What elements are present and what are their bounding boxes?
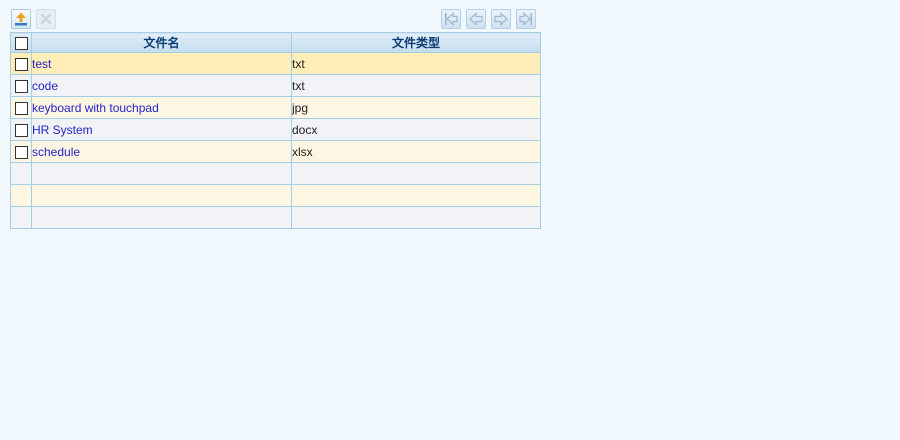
row-checkbox-cell (10, 140, 32, 163)
file-type-cell: txt (291, 74, 541, 97)
file-name-cell[interactable]: code (31, 74, 292, 97)
file-name-cell (31, 206, 292, 229)
file-name-cell[interactable]: schedule (31, 140, 292, 163)
file-name-cell[interactable]: keyboard with touchpad (31, 96, 292, 119)
file-grid-panel: 文件名 文件类型 test txt code txt keyboard with tou… (10, 9, 541, 229)
table-row[interactable]: schedule xlsx (10, 140, 541, 163)
select-all-checkbox[interactable] (14, 36, 28, 50)
table-body: test txt code txt keyboard with touchpad jpg H… (10, 52, 541, 229)
row-checkbox[interactable] (14, 145, 28, 159)
upload-button[interactable] (11, 9, 31, 29)
file-name-cell[interactable]: HR System (31, 118, 292, 141)
row-checkbox-cell (10, 162, 32, 185)
select-all-cell (10, 32, 32, 53)
column-header-filename[interactable]: 文件名 (31, 32, 292, 53)
file-type-cell: xlsx (291, 140, 541, 163)
prev-page-icon (469, 12, 483, 26)
file-name-cell (31, 184, 292, 207)
last-page-icon (519, 12, 532, 26)
file-type-cell: jpg (291, 96, 541, 119)
delete-icon (40, 13, 52, 25)
row-checkbox-cell (10, 52, 32, 75)
row-checkbox[interactable] (14, 79, 28, 93)
last-page-button[interactable] (516, 9, 536, 29)
row-checkbox-cell (10, 74, 32, 97)
row-checkbox-cell (10, 206, 32, 229)
file-type-cell: docx (291, 118, 541, 141)
first-page-icon (445, 12, 458, 26)
empty-table-row (10, 184, 541, 207)
row-checkbox[interactable] (14, 123, 28, 137)
file-type-cell (291, 184, 541, 207)
file-type-cell (291, 162, 541, 185)
file-table: 文件名 文件类型 test txt code txt keyboard with tou… (10, 32, 541, 229)
delete-button[interactable] (36, 9, 56, 29)
table-header-row: 文件名 文件类型 (10, 32, 541, 53)
next-page-icon (494, 12, 508, 26)
row-checkbox-cell (10, 118, 32, 141)
table-row[interactable]: keyboard with touchpad jpg (10, 96, 541, 119)
row-checkbox[interactable] (14, 57, 28, 71)
next-page-button[interactable] (491, 9, 511, 29)
row-checkbox[interactable] (14, 101, 28, 115)
file-name-cell (31, 162, 292, 185)
prev-page-button[interactable] (466, 9, 486, 29)
table-row[interactable]: code txt (10, 74, 541, 97)
file-type-cell: txt (291, 52, 541, 75)
column-header-filetype[interactable]: 文件类型 (291, 32, 541, 53)
row-checkbox-cell (10, 96, 32, 119)
empty-table-row (10, 206, 541, 229)
first-page-button[interactable] (441, 9, 461, 29)
toolbar (10, 9, 540, 31)
file-type-cell (291, 206, 541, 229)
table-row[interactable]: test txt (10, 52, 541, 75)
row-checkbox-cell (10, 184, 32, 207)
empty-table-row (10, 162, 541, 185)
file-name-cell[interactable]: test (31, 52, 292, 75)
upload-icon (15, 12, 27, 26)
table-row[interactable]: HR System docx (10, 118, 541, 141)
